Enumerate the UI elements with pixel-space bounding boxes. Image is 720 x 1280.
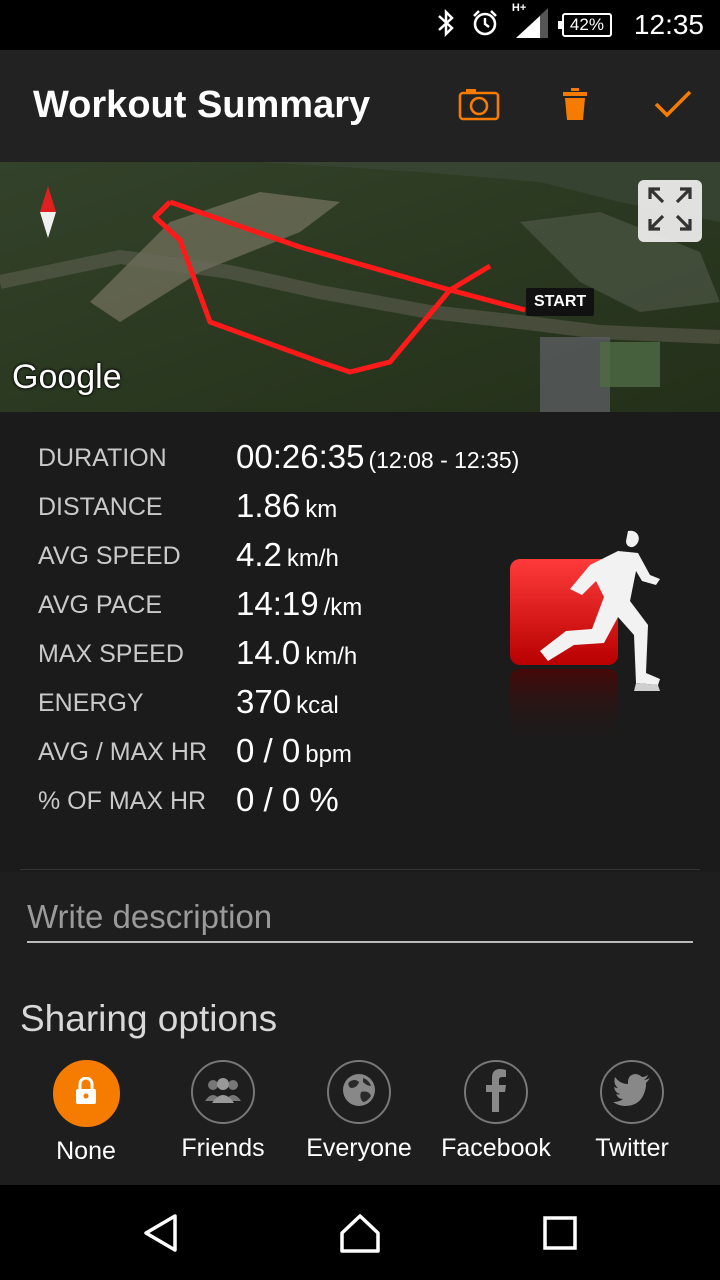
stat-number: 14.0 xyxy=(236,634,301,671)
fullscreen-button[interactable] xyxy=(638,180,702,242)
share-option-none[interactable]: None xyxy=(22,1060,150,1166)
status-bar: H+ 42% 12:35 xyxy=(0,0,720,50)
stat-unit: km/h xyxy=(286,545,339,572)
battery-indicator: 42% xyxy=(557,13,612,37)
stat-unit: bpm xyxy=(305,741,352,768)
stat-label: AVG / MAX HR xyxy=(38,738,208,766)
share-everyone-label: Everyone xyxy=(306,1134,412,1162)
sharing-options-title: Sharing options xyxy=(20,998,278,1039)
stat-label: DISTANCE xyxy=(38,493,163,521)
share-twitter-label: Twitter xyxy=(595,1134,669,1162)
network-type: H+ xyxy=(511,1,527,14)
section-divider xyxy=(20,869,700,870)
share-everyone-circle xyxy=(327,1060,391,1124)
compass-icon xyxy=(36,186,60,243)
status-time: 12:35 xyxy=(633,9,704,40)
checkmark-icon xyxy=(654,90,692,123)
alarm-icon xyxy=(470,8,500,43)
share-none-label: None xyxy=(56,1137,116,1165)
stat-unit: km/h xyxy=(305,643,358,670)
stat-label: MAX SPEED xyxy=(38,640,184,668)
lock-icon xyxy=(75,1076,97,1110)
stat-value: 0 / 0 % xyxy=(236,781,339,819)
stat-label: AVG SPEED xyxy=(38,542,181,570)
stat-value: 14:19/km xyxy=(236,585,362,623)
share-option-twitter[interactable]: Twitter xyxy=(568,1060,696,1163)
stat-number: 0 / 0 % xyxy=(236,781,339,818)
trash-icon xyxy=(563,87,587,125)
share-friends-label: Friends xyxy=(181,1134,265,1162)
expand-icon xyxy=(647,186,693,237)
share-option-facebook[interactable]: Facebook xyxy=(432,1060,560,1163)
bluetooth-icon xyxy=(436,8,456,42)
share-friends-circle xyxy=(191,1060,255,1124)
stat-unit: /km xyxy=(323,594,363,621)
stat-label: ENERGY xyxy=(38,689,144,717)
stat-unit: km xyxy=(305,496,338,523)
stat-unit: kcal xyxy=(296,692,339,719)
signal-icon: H+ xyxy=(512,2,548,43)
start-label: START xyxy=(534,293,587,310)
stat-label: AVG PACE xyxy=(38,591,163,619)
start-marker: START xyxy=(526,288,595,316)
app-toolbar: Workout Summary xyxy=(0,50,720,162)
page-title: Workout Summary xyxy=(33,84,371,126)
share-twitter-circle xyxy=(600,1060,664,1124)
stat-number: 1.86 xyxy=(236,487,301,524)
stat-number: 4.2 xyxy=(236,536,282,573)
route-map[interactable]: Google START xyxy=(0,162,720,412)
stat-value: 4.2 km/h xyxy=(236,536,339,574)
recents-icon xyxy=(542,1215,578,1256)
stat-value: 370 kcal xyxy=(236,683,339,721)
google-logo: Google xyxy=(12,358,122,396)
share-option-friends[interactable]: Friends xyxy=(159,1060,287,1163)
battery-level: 42% xyxy=(569,15,604,34)
stat-value: 14.0 km/h xyxy=(236,634,357,672)
home-button[interactable] xyxy=(330,1205,390,1265)
camera-button[interactable] xyxy=(449,76,509,136)
system-nav-bar xyxy=(0,1185,720,1280)
home-icon xyxy=(339,1213,381,1258)
back-icon xyxy=(142,1213,178,1258)
back-button[interactable] xyxy=(130,1205,190,1265)
confirm-button[interactable] xyxy=(643,76,703,136)
stat-label: % OF MAX HR xyxy=(38,787,207,815)
stat-value: 0 / 0 bpm xyxy=(236,732,352,770)
twitter-icon xyxy=(613,1073,651,1111)
description-input[interactable] xyxy=(27,893,693,943)
recents-button[interactable] xyxy=(530,1205,590,1265)
stat-value: 1.86 km xyxy=(236,487,337,525)
camera-icon xyxy=(458,87,500,126)
stat-number: 370 xyxy=(236,683,292,720)
stat-value: 00:26:35 (12:08 - 12:35) xyxy=(236,438,519,476)
share-facebook-circle xyxy=(464,1060,528,1124)
facebook-icon xyxy=(484,1068,508,1117)
share-option-everyone[interactable]: Everyone xyxy=(295,1060,423,1163)
stat-number: 0 / 0 xyxy=(236,732,301,769)
stat-time-range: (12:08 - 12:35) xyxy=(368,447,520,473)
globe-icon xyxy=(341,1072,377,1113)
stat-number: 00:26:35 xyxy=(236,438,365,475)
stat-label: DURATION xyxy=(38,444,167,472)
friends-icon xyxy=(203,1077,243,1108)
share-none-circle xyxy=(52,1060,120,1127)
stat-number: 14:19 xyxy=(236,585,319,622)
runner-logo xyxy=(500,525,680,765)
delete-button[interactable] xyxy=(545,76,605,136)
share-facebook-label: Facebook xyxy=(441,1134,551,1162)
